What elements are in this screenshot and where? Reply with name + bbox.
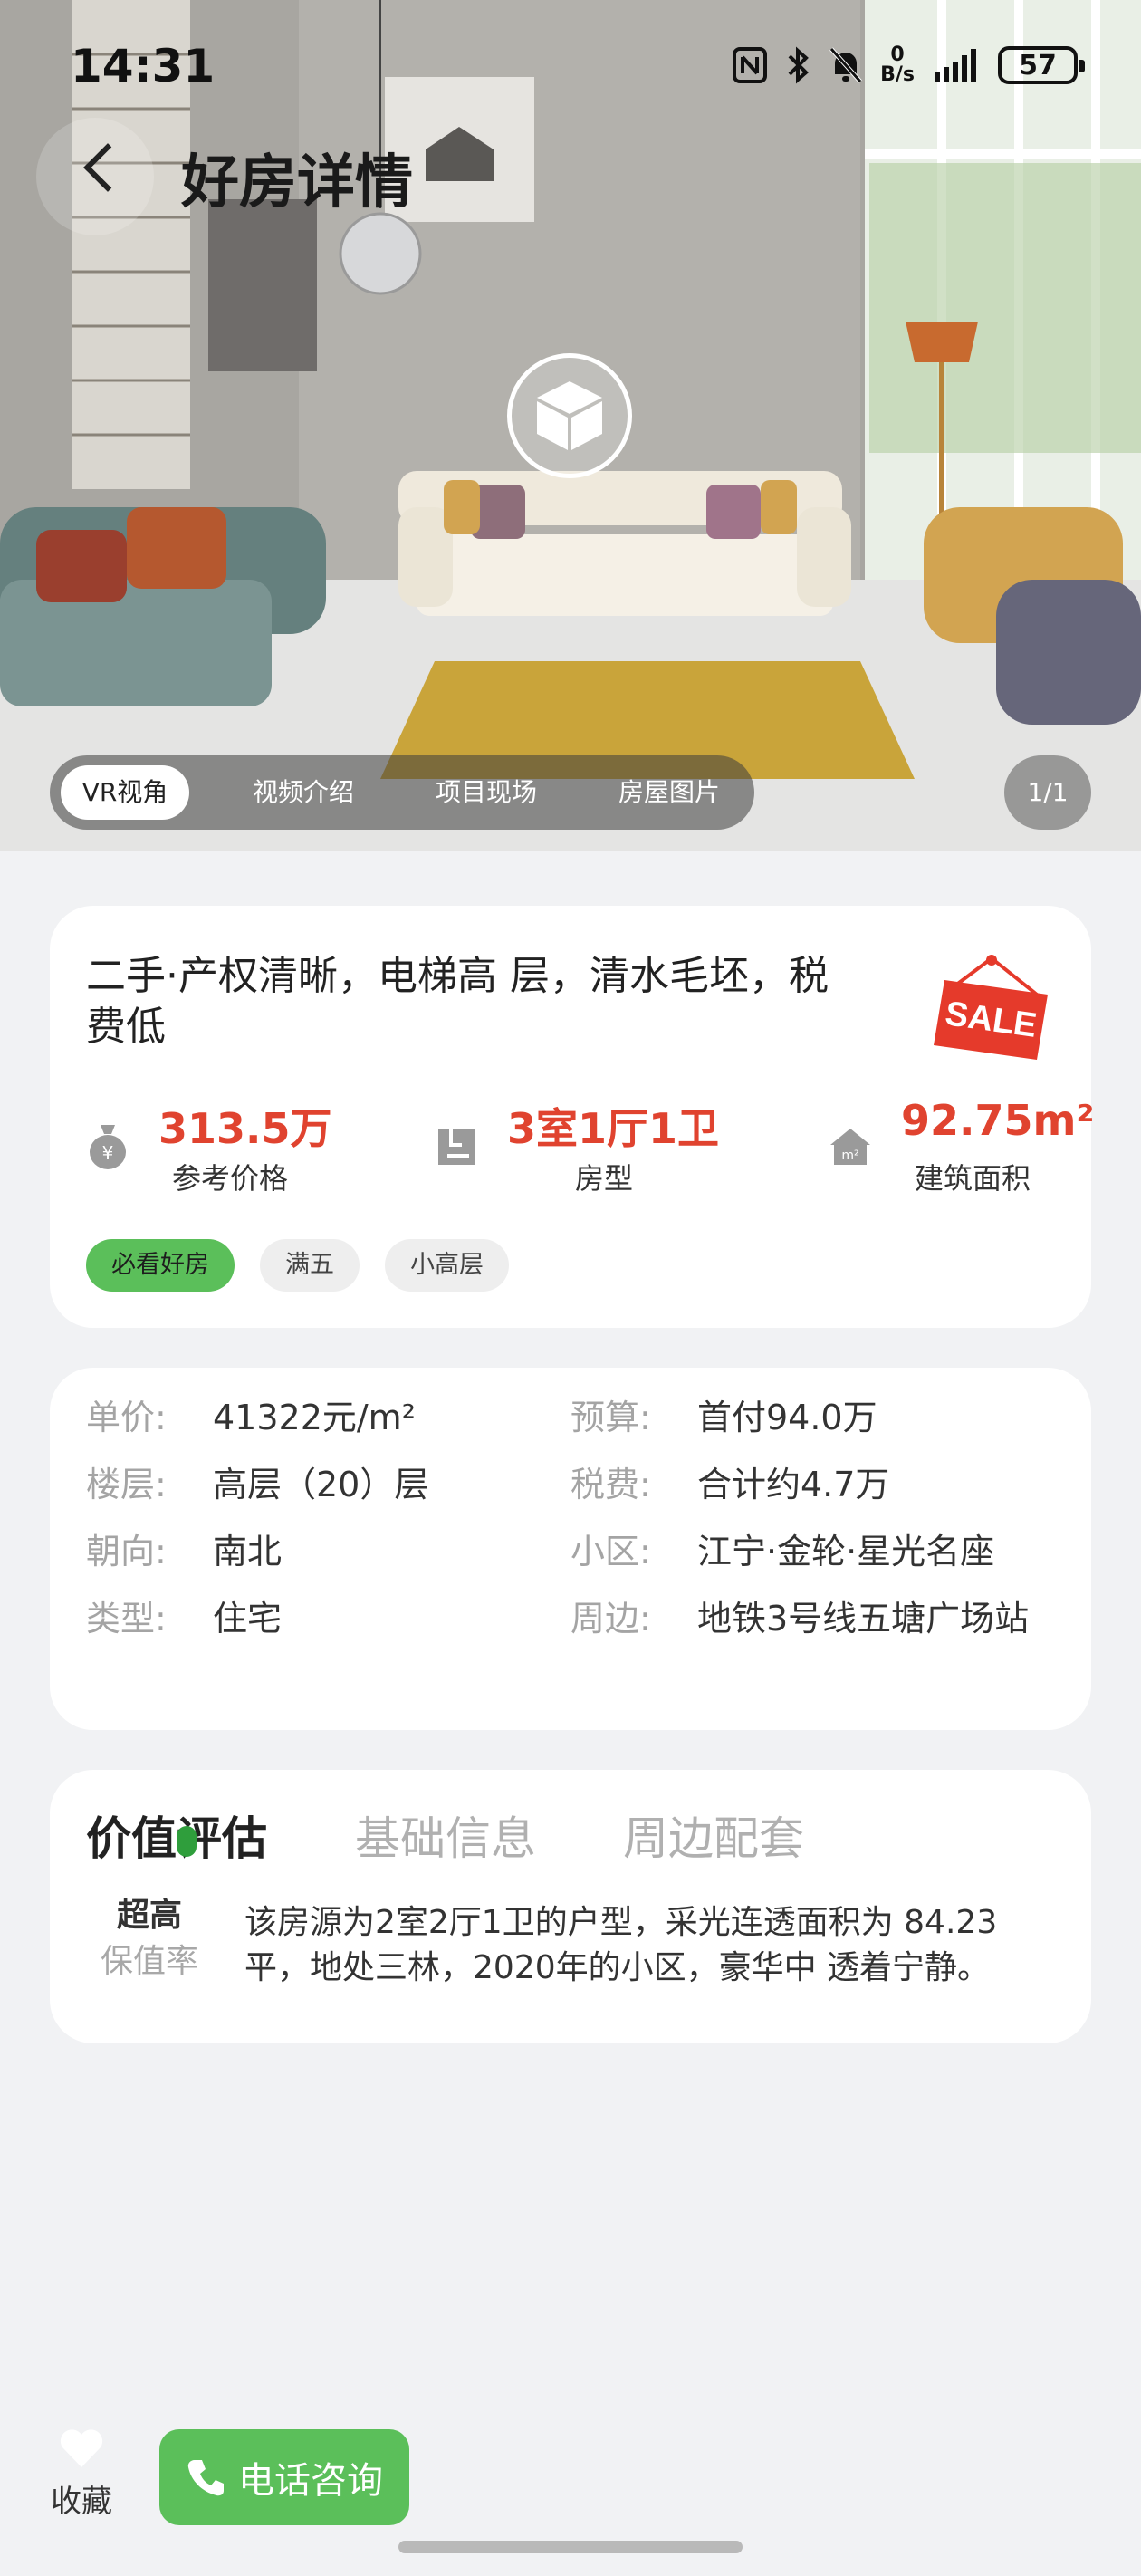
price-value: 313.5万	[158, 1104, 332, 1153]
evaluation-description: 该房源为2室2厅1卫的户型，采光连透面积为 84.23 平，地处三林，2020年…	[244, 1904, 998, 1986]
favorite-label: 收藏	[51, 2484, 112, 2520]
clock: 14:31	[71, 40, 216, 92]
svg-text:¥: ¥	[102, 1142, 114, 1164]
detail-row: 类型: 住宅	[86, 1599, 283, 1639]
detail-row: 税费: 合计约4.7万	[570, 1465, 890, 1504]
image-pager: 1/1	[1004, 755, 1091, 830]
phone-consult-button[interactable]: 电话咨询	[159, 2429, 409, 2525]
sale-tag-icon: SALE	[934, 955, 1048, 1060]
nfc-icon	[733, 47, 768, 83]
tab-basic-info[interactable]: 基础信息	[355, 1802, 536, 1868]
heart-icon	[60, 2429, 103, 2467]
money-bag-icon: ¥	[90, 1125, 126, 1169]
area-label: 建筑面积	[915, 1161, 1031, 1196]
tab-video[interactable]: 视频介绍	[231, 765, 376, 820]
tab-site[interactable]: 项目现场	[414, 765, 559, 820]
tab-vr[interactable]: VR视角	[61, 765, 189, 820]
tag-list: 必看好房 满五 小高层	[86, 1239, 509, 1292]
page-title: 好房详情	[181, 149, 413, 216]
bluetooth-icon	[788, 46, 810, 84]
floorplan-icon	[438, 1129, 475, 1165]
price-label: 参考价格	[172, 1161, 289, 1196]
stat-area: m² 92.75m² 建筑面积	[829, 1096, 1095, 1196]
layout-value: 3室1厅1卫	[507, 1104, 720, 1153]
tag-five-years[interactable]: 满五	[260, 1239, 360, 1292]
summary-card: 二手·产权清晰，电梯高 层，清水毛坯，税费低 SALE ¥ 313.5万 参考价…	[50, 906, 1095, 1328]
tab-surroundings[interactable]: 周边配套	[623, 1802, 804, 1868]
svg-text:m²: m²	[841, 1149, 858, 1163]
layout-label: 房型	[575, 1161, 634, 1196]
signal-icon	[935, 49, 976, 82]
tag-mid-rise[interactable]: 小高层	[385, 1239, 509, 1292]
house-area-icon: m²	[830, 1129, 870, 1165]
battery-icon: 57	[998, 46, 1085, 84]
hero-media[interactable]: 14:31 0 B/s 57 好房详情 VR视角 视频介绍 项目现场 房屋图片 …	[0, 0, 1141, 851]
status-bar: 14:31 0 B/s 57	[0, 36, 1141, 100]
detail-row: 周边: 地铁3号线五塘广场站	[570, 1599, 1030, 1639]
listing-headline: 二手·产权清晰，电梯高 层，清水毛坯，税费低	[86, 953, 829, 1050]
details-card: 单价: 41322元/m² 楼层: 高层（20）层 朝向: 南北 类型: 住宅 预算: 首…	[50, 1368, 1091, 1730]
cube-icon	[537, 381, 602, 450]
area-value: 92.75m²	[901, 1096, 1095, 1145]
detail-row: 朝向: 南北	[86, 1532, 283, 1572]
active-tab-indicator	[177, 1826, 197, 1857]
detail-row: 楼层: 高层（20）层	[86, 1465, 429, 1504]
network-speed: 0 B/s	[880, 43, 915, 86]
bell-muted-icon	[829, 47, 862, 83]
tab-photos[interactable]: 房屋图片	[597, 765, 742, 820]
vr-view-button[interactable]	[507, 353, 632, 478]
detail-row: 预算: 首付94.0万	[570, 1398, 877, 1437]
media-tab-bar: VR视角 视频介绍 项目现场 房屋图片	[50, 755, 754, 830]
stat-layout: 3室1厅1卫 房型	[435, 1096, 743, 1196]
detail-row: 小区: 江宁·金轮·星光名座	[570, 1532, 995, 1572]
evaluation-card: 价值评估 基础信息 周边配套 超高 保值率 该房源为2室2厅1卫的户型，采光连透…	[50, 1770, 1091, 2043]
phone-consult-label: 电话咨询	[238, 2460, 383, 2502]
home-indicator[interactable]	[398, 2541, 743, 2553]
phone-icon	[187, 2460, 224, 2496]
detail-row: 单价: 41322元/m²	[86, 1398, 416, 1437]
value-retention: 超高 保值率	[100, 1897, 198, 1980]
tag-must-see[interactable]: 必看好房	[86, 1239, 235, 1292]
favorite-button[interactable]: 收藏	[45, 2427, 118, 2521]
stat-price: ¥ 313.5万 参考价格	[86, 1096, 376, 1196]
